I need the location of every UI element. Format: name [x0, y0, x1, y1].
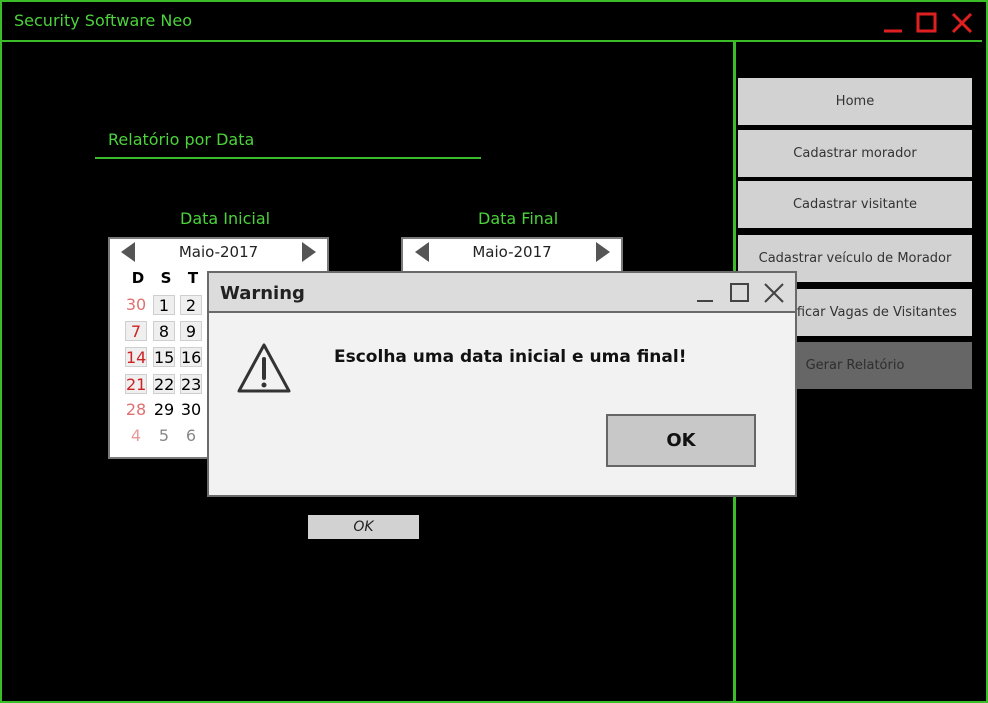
start-date-label: Data Inicial [180, 209, 271, 228]
calendar-day[interactable]: 22 [153, 374, 175, 394]
warning-dialog: Warning Escolha uma data inicial e uma f… [207, 271, 797, 497]
close-icon[interactable] [762, 281, 786, 305]
calendar-day[interactable]: 28 [125, 400, 147, 420]
calendar-day[interactable]: 30 [125, 295, 147, 315]
calendar-day[interactable]: 6 [180, 426, 202, 446]
calendar-day[interactable]: 16 [180, 347, 202, 367]
sidebar-item-cadastrar-morador[interactable]: Cadastrar morador [738, 130, 972, 177]
dialog-title: Warning [220, 283, 305, 304]
calendar-header: Maio-2017 [110, 239, 327, 265]
calendar-day[interactable]: 4 [125, 426, 147, 446]
calendar-day[interactable]: 21 [125, 374, 147, 394]
app-title: Security Software Neo [14, 11, 193, 30]
weekday-header: T [187, 269, 199, 287]
maximize-icon[interactable] [729, 282, 751, 304]
calendar-day[interactable]: 7 [125, 321, 147, 341]
calendar-day[interactable]: 1 [153, 295, 175, 315]
calendar-header: Maio-2017 [403, 239, 621, 265]
calendar-day[interactable]: 8 [153, 321, 175, 341]
maximize-icon[interactable] [916, 12, 938, 34]
dialog-title-bar: Warning [209, 273, 795, 313]
calendar-day[interactable]: 9 [180, 321, 202, 341]
sidebar-item-home[interactable]: Home [738, 78, 972, 125]
calendar-day[interactable]: 5 [153, 426, 175, 446]
section-divider [95, 157, 481, 159]
title-bar: Security Software Neo [2, 2, 982, 42]
section-title: Relatório por Data [108, 130, 255, 149]
calendar-day[interactable]: 29 [153, 400, 175, 420]
close-icon[interactable] [950, 12, 974, 34]
end-date-label: Data Final [478, 209, 559, 228]
chevron-right-icon[interactable] [302, 242, 316, 262]
minimize-icon[interactable] [882, 12, 904, 34]
chevron-right-icon[interactable] [596, 242, 610, 262]
weekday-header: S [160, 269, 172, 287]
weekday-header: D [131, 269, 145, 287]
calendar-day[interactable]: 14 [125, 347, 147, 367]
calendar-month: Maio-2017 [178, 243, 259, 261]
sidebar-item-cadastrar-visitante[interactable]: Cadastrar visitante [738, 181, 972, 228]
warning-icon [237, 343, 291, 393]
dialog-message: Escolha uma data inicial e uma final! [334, 347, 687, 367]
calendar-month: Maio-2017 [472, 243, 552, 261]
calendar-day[interactable]: 23 [180, 374, 202, 394]
minimize-icon[interactable] [695, 283, 715, 303]
calendar-day[interactable]: 30 [180, 400, 202, 420]
calendar-day[interactable]: 15 [153, 347, 175, 367]
report-ok-button[interactable]: OK [308, 515, 419, 539]
dialog-ok-button[interactable]: OK [606, 414, 756, 467]
calendar-day[interactable]: 2 [180, 295, 202, 315]
